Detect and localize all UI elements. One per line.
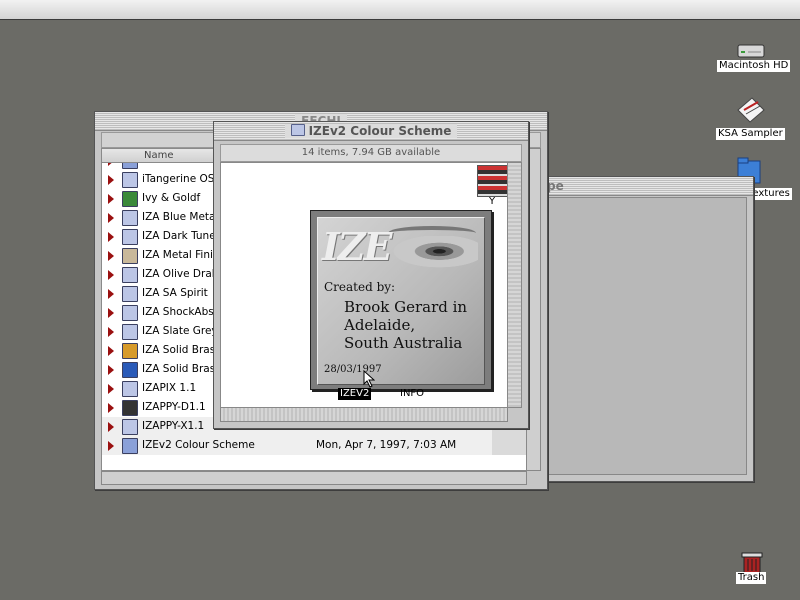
folder-icon [122, 267, 138, 283]
ksa-sampler-label: KSA Sampler [716, 128, 785, 140]
mouse-pointer-icon [363, 370, 375, 388]
window-title: pe [547, 179, 564, 193]
trash-can[interactable] [740, 552, 764, 574]
ksa-sampler-icon[interactable] [734, 96, 766, 126]
list-item-name: IZAPIX 1.1 [142, 382, 197, 394]
created-by-label: Created by: [324, 280, 396, 294]
list-item-name: IZAPPY-X1.1 [142, 420, 205, 432]
folder-icon [122, 172, 138, 188]
folder-icon [122, 324, 138, 340]
list-item-name: IZA Slate Grey [142, 325, 218, 337]
list-item-name: IZA Solid Brass [142, 363, 221, 375]
list-item-date: Mon, Apr 7, 1997, 7:03 AM [316, 439, 457, 451]
disclosure-triangle-icon[interactable] [108, 308, 114, 318]
folder-icon [122, 381, 138, 397]
horizontal-scrollbar[interactable] [101, 471, 527, 485]
author-line-3: South Australia [344, 334, 463, 352]
folder-icon [122, 191, 138, 207]
folder-icon [122, 286, 138, 302]
sort-column-highlight [492, 436, 526, 455]
author-line-2: Adelaide, [344, 316, 416, 334]
folder-icon [122, 229, 138, 245]
disclosure-triangle-icon[interactable] [108, 403, 114, 413]
list-item-name: IZA Metal Finis [142, 249, 219, 261]
info-file-label[interactable]: INFO [400, 388, 424, 400]
folder-icon [122, 343, 138, 359]
list-item-name: Ivy & Goldf [142, 192, 201, 204]
disclosure-triangle-icon[interactable] [108, 327, 114, 337]
disclosure-triangle-icon[interactable] [108, 232, 114, 242]
horizontal-scrollbar[interactable] [220, 407, 508, 422]
list-item-name: IZAPPY-D1.1 [142, 401, 206, 413]
disclosure-triangle-icon[interactable] [108, 365, 114, 375]
folder-icon [122, 362, 138, 378]
column-name-label: Name [144, 150, 174, 161]
trash-icon [741, 552, 763, 574]
document-icon [737, 97, 765, 123]
disclosure-triangle-icon[interactable] [108, 175, 114, 185]
author-line-1: Brook Gerard in [344, 298, 468, 316]
list-item-name: IZA Dark Tuned [142, 230, 223, 242]
folder-icon [122, 419, 138, 435]
hard-disk-icon [737, 44, 765, 58]
disclosure-triangle-icon[interactable] [108, 346, 114, 356]
author-text: Brook Gerard in Adelaide, South Australi… [344, 298, 467, 352]
window-info-bar: 14 items, 7.94 GB available [220, 144, 522, 162]
splash-panel: IZE Created by: Brook Gerard in Adelaide… [317, 217, 485, 385]
selected-file-label[interactable]: IZEV2 [338, 388, 372, 400]
ize-splash-picture[interactable]: IZE Created by: Brook Gerard in Adelaide… [310, 210, 492, 390]
trash-label: Trash [736, 572, 767, 584]
folder-icon [122, 305, 138, 321]
window-title: IZEv2 Colour Scheme [308, 124, 452, 138]
window-content [547, 197, 747, 475]
list-item-name: IZA Solid Brass [142, 344, 221, 356]
vertical-scrollbar[interactable] [507, 162, 522, 408]
eye-graphic [386, 236, 478, 270]
disclosure-triangle-icon[interactable] [108, 289, 114, 299]
folder-icon [290, 124, 305, 136]
window-titlebar[interactable]: IZEv2 Colour Scheme [214, 122, 528, 141]
folder-icon [122, 248, 138, 264]
menu-bar[interactable] [0, 0, 800, 20]
list-item-name: R's Green to Fi [142, 163, 218, 166]
ize-logo: IZE [322, 224, 392, 269]
list-item[interactable]: IZEv2 Colour Scheme Mon, Apr 7, 1997, 7:0… [102, 436, 526, 455]
disclosure-triangle-icon[interactable] [108, 441, 114, 451]
thumbnail-label: Y [489, 196, 496, 207]
disclosure-triangle-icon[interactable] [108, 251, 114, 261]
disclosure-triangle-icon[interactable] [108, 422, 114, 432]
disclosure-triangle-icon[interactable] [108, 163, 114, 166]
disclosure-triangle-icon[interactable] [108, 384, 114, 394]
list-item-name: IZA Olive Drab [142, 268, 219, 280]
macintosh-hd-label: Macintosh HD [717, 60, 791, 72]
folder-icon [122, 210, 138, 226]
background-window-right[interactable]: pe [540, 176, 754, 482]
disclosure-triangle-icon[interactable] [108, 194, 114, 204]
list-item-name: IZA Blue Metal [142, 211, 219, 223]
macintosh-hd-disk[interactable] [736, 40, 766, 60]
disclosure-triangle-icon[interactable] [108, 213, 114, 223]
list-item-name: IZA SA Spirit [142, 287, 208, 299]
folder-icon [122, 438, 138, 454]
folder-icon [122, 400, 138, 416]
window-titlebar[interactable]: pe [541, 177, 753, 196]
pattern-thumbnail[interactable] [477, 165, 509, 197]
disclosure-triangle-icon[interactable] [108, 270, 114, 280]
folder-icon [122, 163, 138, 169]
list-item-name: IZEv2 Colour Scheme [142, 439, 255, 451]
